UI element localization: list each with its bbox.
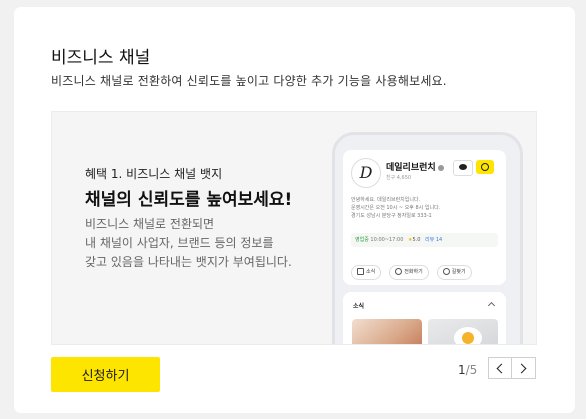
verified-badge-icon [437, 164, 444, 171]
intro-line: 경기도 성남시 분당구 정자일로 333-1 [351, 213, 432, 219]
channel-intro: 안녕하세요. 데일리브런치입니다. 운영시간은 오전 10시 ~ 오후 8시 입… [351, 196, 440, 220]
news-title: 소식 [353, 303, 365, 310]
channel-name-row: 데일리브런치 [386, 160, 444, 173]
location-pin-icon [442, 268, 450, 275]
intro-line: 안녕하세요. 데일리브런치입니다. [351, 197, 421, 203]
intro-line: 운영시간은 오전 10시 ~ 오후 8시 입니다. [351, 205, 441, 211]
open-status: 영업중 [355, 237, 369, 243]
call-action-button: 전화하기 [389, 265, 429, 280]
phone-icon [395, 268, 403, 275]
friend-count: 친구 4,650 [386, 175, 412, 181]
section-title: 비즈니스 채널 [51, 48, 151, 68]
news-icon [357, 268, 364, 275]
review-count: 리뷰 14 [425, 237, 443, 243]
page-indicator: 1/5 [458, 362, 477, 378]
news-section: 소식 [343, 292, 506, 344]
channel-actions: 소식 전화하기 길찾기 [351, 258, 475, 280]
news-thumbnail-egg [428, 319, 498, 344]
channel-logo: D [351, 158, 381, 188]
add-channel-icon [476, 160, 494, 174]
apply-button[interactable]: 신청하기 [51, 357, 160, 392]
business-info-bar: 영업중 10:00~17:00 ★5.0 리뷰 14 [351, 233, 498, 247]
benefit-description-line: 비즈니스 채널로 전환되면 [85, 217, 215, 231]
benefit-banner: 혜택 1. 비즈니스 채널 뱃지 채널의 신뢰도를 높여보세요! 비즈니스 채널… [51, 111, 537, 345]
channel-profile-card: D 데일리브런치 친구 4,650 안녕하세요. 데일리브런치입니다. 운영시간… [343, 150, 506, 285]
news-action-button: 소식 [351, 265, 382, 280]
news-thumbnail-sandwich [352, 319, 422, 344]
chevron-right-icon [516, 363, 527, 374]
page-current: 1 [458, 363, 466, 377]
chat-icon [453, 160, 473, 176]
benefit-description-line: 내 채널이 사업자, 브랜드 등의 정보를 [85, 236, 274, 250]
phone-mockup: D 데일리브런치 친구 4,650 안녕하세요. 데일리브런치입니다. 운영시간… [332, 132, 523, 344]
benefit-description: 비즈니스 채널로 전환되면 내 채널이 사업자, 브랜드 등의 정보를 갖고 있… [85, 215, 325, 272]
open-hours: 10:00~17:00 [370, 237, 404, 243]
benefit-description-line: 갖고 있음을 나타내는 뱃지가 부여됩니다. [85, 255, 292, 269]
business-channel-card: 비즈니스 채널 비즈니스 채널로 전환하여 신뢰도를 높이고 다양한 추가 기능… [14, 7, 575, 413]
page-total: /5 [465, 363, 478, 377]
chevron-left-icon [496, 363, 507, 374]
directions-action-button: 길찾기 [436, 265, 472, 280]
channel-name: 데일리브런치 [386, 163, 436, 173]
next-page-button[interactable] [512, 357, 536, 379]
benefit-headline: 채널의 신뢰도를 높여보세요! [85, 190, 293, 210]
benefit-label: 혜택 1. 비즈니스 채널 뱃지 [85, 167, 223, 181]
prev-page-button[interactable] [488, 357, 512, 379]
chevron-up-icon [487, 301, 496, 310]
rating: ★5.0 [408, 237, 421, 243]
section-description: 비즈니스 채널로 전환하여 신뢰도를 높이고 다양한 추가 기능을 사용해보세요… [51, 74, 447, 88]
